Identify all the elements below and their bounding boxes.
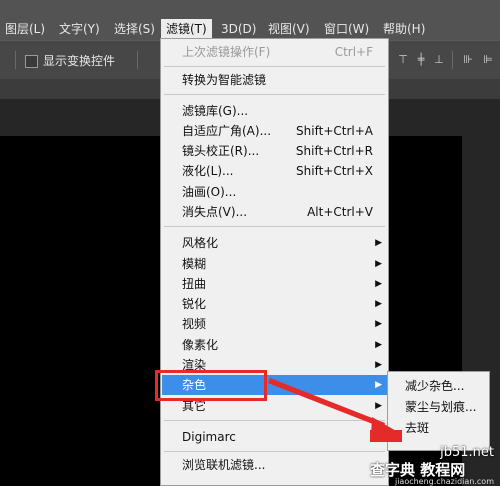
annotation-arrow-icon bbox=[268, 378, 398, 436]
annotation-marker bbox=[370, 430, 402, 442]
watermark: jb51.net 查字典 教程网 jiaocheng.chazidian.com bbox=[370, 445, 500, 486]
watermark-line1: jb51.net bbox=[440, 445, 494, 460]
watermark-line3: jiaocheng.chazidian.com bbox=[394, 477, 494, 486]
